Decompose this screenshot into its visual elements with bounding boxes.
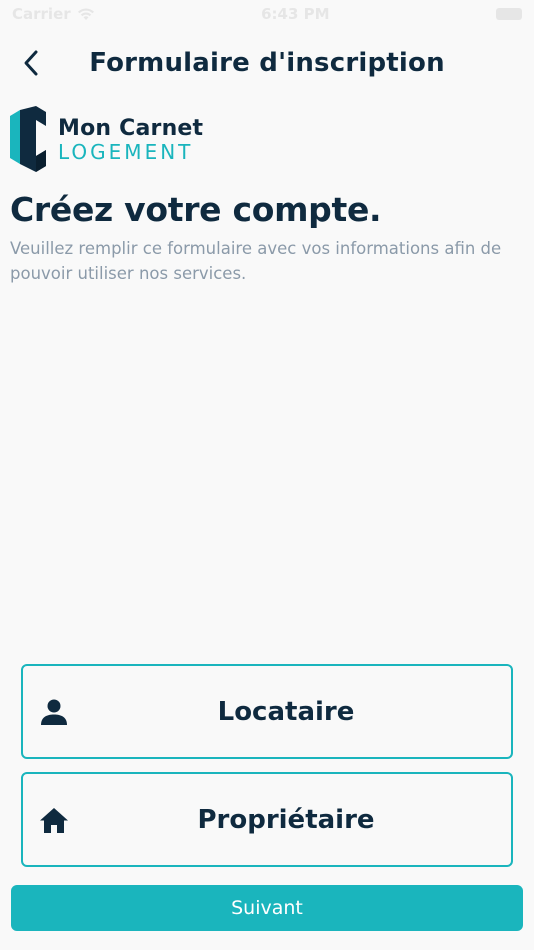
app-logo: Mon Carnet LOGEMENT (10, 106, 203, 174)
status-left: Carrier (12, 5, 95, 23)
tenant-option-card[interactable]: Locataire (21, 664, 513, 759)
owner-option-card[interactable]: Propriétaire (21, 772, 513, 867)
headline: Créez votre compte. (10, 190, 382, 229)
owner-option-label: Propriétaire (197, 804, 375, 835)
status-bar: Carrier 6:43 PM (0, 0, 534, 28)
logo-text: Mon Carnet LOGEMENT (58, 116, 204, 164)
home-icon (40, 807, 68, 833)
logo-mark-icon (10, 106, 46, 172)
person-icon (41, 699, 67, 725)
intro-description: Veuillez remplir ce formulaire avec vos … (10, 239, 502, 283)
carrier-label: Carrier (12, 5, 71, 23)
wifi-icon (77, 8, 94, 20)
tenant-option-label: Locataire (217, 696, 355, 727)
logo-line2: LOGEMENT (58, 140, 194, 164)
logo-line1: Mon Carnet (58, 116, 204, 141)
page-title: Formulaire d'inscription (89, 48, 445, 78)
nav-bar: Formulaire d'inscription (0, 40, 534, 86)
status-time: 6:43 PM (261, 5, 330, 23)
battery-icon (496, 8, 522, 20)
next-button[interactable]: Suivant (11, 885, 523, 931)
